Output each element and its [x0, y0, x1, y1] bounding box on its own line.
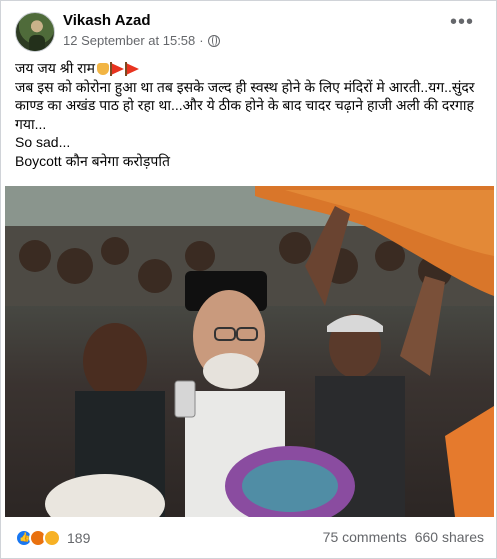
post-text: जय जय श्री राम जब इस को कोरोना हुआ था तब… [15, 59, 484, 170]
post-line: Boycott कौन बनेगा करोड़पति [15, 152, 170, 169]
folded-hands-icon [96, 63, 109, 75]
timestamp[interactable]: 12 September at 15:58 [63, 33, 195, 48]
post-meta: 12 September at 15:58 · [63, 33, 220, 48]
reactions[interactable]: 189 [15, 529, 90, 547]
crowd-photo-illustration [5, 186, 494, 517]
post-footer: 189 75 comments 660 shares [15, 523, 484, 553]
post-line: So sad... [15, 134, 71, 150]
haha-icon [43, 529, 61, 547]
facebook-post: Vikash Azad 12 September at 15:58 · ••• … [0, 0, 497, 559]
post-line: जब इस को कोरोना हुआ था तब इसके जल्द ही स… [15, 78, 475, 132]
post-header: Vikash Azad 12 September at 15:58 · ••• [15, 11, 482, 53]
comments-count[interactable]: 75 comments [323, 529, 407, 545]
engagement-counts: 75 comments 660 shares [323, 529, 484, 545]
post-photo[interactable] [5, 186, 494, 517]
author-name[interactable]: Vikash Azad [63, 12, 151, 29]
red-flag-icon [124, 62, 139, 76]
post-line: जय जय श्री राम [15, 59, 484, 78]
shares-count[interactable]: 660 shares [415, 529, 484, 545]
globe-icon[interactable] [207, 34, 220, 47]
red-flag-icon [109, 62, 124, 76]
reaction-count: 189 [67, 530, 91, 546]
more-options-icon[interactable]: ••• [450, 12, 474, 32]
avatar[interactable] [15, 12, 55, 52]
